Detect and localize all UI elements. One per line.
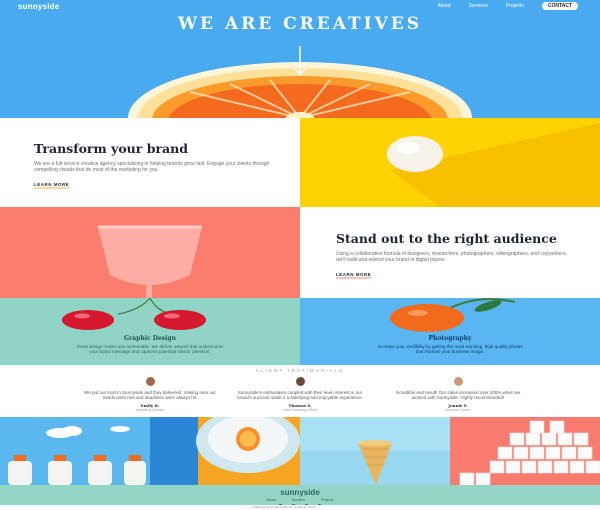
ice-cream-cone-image	[300, 417, 450, 485]
main-nav: About Services Projects CONTACT	[438, 2, 578, 10]
testimonial-card: Sunnyside's enthusiasm coupled with thei…	[230, 376, 370, 412]
testimonial-card: Incredible end result! Our sales increas…	[388, 376, 528, 412]
feature-transform: Transform your brand We are a full-servi…	[0, 118, 300, 207]
attribution-text: Challenge by Frontend Mentor. Coded by J…	[252, 505, 317, 509]
hero-section: sunnyside About Services Projects CONTAC…	[0, 0, 600, 118]
nav-about[interactable]: About	[438, 3, 451, 9]
footer-nav-services[interactable]: Services	[292, 498, 305, 502]
feature-title: Stand out to the right audience	[336, 231, 557, 246]
sugar-cubes-image	[459, 420, 600, 485]
avatar	[294, 376, 306, 387]
attribution: Challenge by Frontend Mentor. Coded by J…	[0, 505, 600, 510]
nav-projects[interactable]: Projects	[506, 3, 524, 9]
service-title: Photography	[428, 335, 472, 342]
gallery-sugar	[450, 417, 600, 485]
avatar	[144, 376, 156, 387]
graphic-design-tile: Graphic Design Great design makes you me…	[0, 298, 300, 365]
orange-plate-image	[150, 417, 300, 485]
service-text: Increase your credibility by getting the…	[377, 344, 523, 354]
footer-nav-projects[interactable]: Projects	[321, 498, 334, 502]
testimonials-heading: CLIENT TESTIMONIALS	[255, 368, 345, 373]
contact-button[interactable]: CONTACT	[541, 2, 578, 10]
testimonial-role: Chief Operating Officer	[282, 408, 318, 412]
gallery-cone	[300, 417, 450, 485]
footer-nav: About Services Projects	[0, 498, 600, 502]
testimonial-quote: We put our trust in Sunnyside and they d…	[84, 390, 216, 400]
egg-image	[300, 118, 600, 207]
feature-title: Transform your brand	[34, 141, 188, 156]
hero-title: WE ARE CREATIVES	[177, 14, 423, 34]
gallery-orange	[150, 417, 300, 485]
feature-text: We are a full-service creative agency sp…	[34, 161, 270, 173]
gallery-milk	[0, 417, 150, 485]
cherries-illustration	[62, 298, 206, 330]
testimonial-quote: Sunnyside's enthusiasm coupled with thei…	[237, 390, 363, 400]
glass-illustration	[98, 225, 202, 298]
testimonial-role: Marketing Director	[135, 408, 165, 412]
avatar	[452, 376, 464, 387]
testimonial-card: We put our trust in Sunnyside and they d…	[80, 376, 220, 412]
learn-more-link[interactable]: LEARN MORE	[336, 272, 372, 279]
testimonial-quote: Incredible end result! Our sales increas…	[395, 390, 521, 400]
nav-services[interactable]: Services	[469, 3, 488, 9]
service-text: Great design makes you memorable. We del…	[76, 344, 224, 354]
egg-illustration	[387, 123, 600, 207]
feature-standout: Stand out to the right audience Using a …	[300, 207, 600, 298]
footer-nav-about[interactable]: About	[266, 498, 275, 502]
glass-image	[0, 207, 300, 298]
orange-fruit-illustration	[390, 298, 516, 332]
arrow-down-icon[interactable]	[292, 46, 308, 78]
testimonial-role: Business Owner	[445, 408, 471, 412]
learn-more-link[interactable]: LEARN MORE	[34, 182, 70, 189]
logo[interactable]: sunnyside	[18, 2, 59, 11]
feature-text: Using a collaborative formula of designe…	[336, 251, 567, 263]
footer-logo[interactable]: sunnyside	[0, 488, 600, 497]
photography-tile: Photography Increase your credibility by…	[300, 298, 600, 365]
service-title: Graphic Design	[124, 335, 176, 342]
milk-bottles-image	[8, 426, 146, 485]
